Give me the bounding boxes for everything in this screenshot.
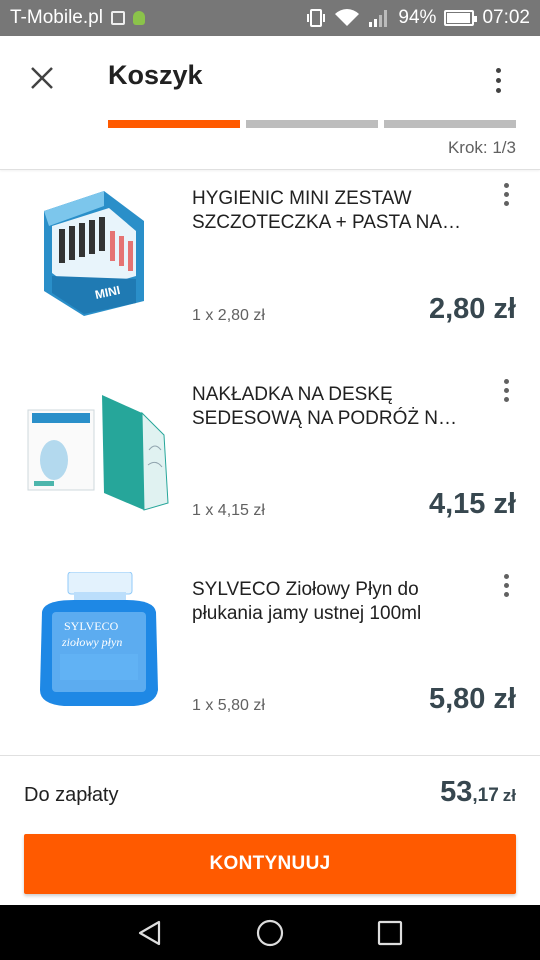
step-indicator: Krok: 1/3 <box>447 138 516 157</box>
progress-step <box>108 120 240 128</box>
item-price: 4,15 zł <box>428 488 516 520</box>
signal-icon <box>369 10 388 27</box>
svg-text:SYLVECO: SYLVECO <box>64 619 119 633</box>
battery-icon <box>444 10 478 26</box>
item-price: 2,80 zł <box>428 293 516 325</box>
item-menu-button[interactable] <box>494 568 518 602</box>
item-quantity: 1 x 4,15 zł <box>192 502 265 519</box>
continue-button[interactable]: KONTYNUUJ <box>24 834 516 894</box>
more-vert-icon <box>495 67 501 73</box>
item-quantity: 1 x 2,80 zł <box>192 307 265 324</box>
item-name: NAKŁADKA NA DESKĘ SEDESOWĄ NA PODRÓŻ N… <box>192 384 457 429</box>
cart-list[interactable]: MINI HYGIENIC MINI ZESTAW SZCZOTECZKA + … <box>0 171 540 755</box>
back-button[interactable] <box>126 909 174 957</box>
android-notification-icon <box>132 11 145 25</box>
item-quantity: 1 x 5,80 zł <box>192 697 265 714</box>
image-notification-icon <box>110 11 125 25</box>
product-image <box>27 395 169 511</box>
home-circle-icon <box>256 919 284 946</box>
cart-item[interactable]: NAKŁADKA NA DESKĘ SEDESOWĄ NA PODRÓŻ N… … <box>0 367 540 563</box>
close-button[interactable] <box>22 58 62 98</box>
total-amount: 53,17 zł <box>440 776 516 809</box>
cart-item[interactable]: SYLVECO ziołowy płyn SYLVECO Ziołowy Pły… <box>0 562 540 755</box>
checkout-footer: Do zapłaty 53,17 zł KONTYNUUJ <box>0 755 540 905</box>
product-image: MINI <box>44 191 144 316</box>
app-bar: Koszyk Krok: 1/3 <box>0 36 540 170</box>
svg-text:ziołowy płyn: ziołowy płyn <box>61 635 122 649</box>
total-decimal: ,17 <box>472 785 499 806</box>
recents-square-icon <box>377 920 403 945</box>
home-button[interactable] <box>246 909 294 957</box>
more-vert-icon <box>503 573 509 579</box>
status-bar: T-Mobile.pl 94% 07:02 <box>0 0 540 36</box>
total-currency: zł <box>502 786 516 805</box>
item-name: SYLVECO Ziołowy Płyn do płukania jamy us… <box>192 579 422 624</box>
vibrate-icon <box>307 9 326 27</box>
total-integer: 53 <box>440 776 473 808</box>
wifi-icon <box>335 9 360 26</box>
more-options-button[interactable] <box>480 62 516 98</box>
more-vert-icon <box>503 182 509 188</box>
item-menu-button[interactable] <box>494 373 518 407</box>
checkout-progress <box>108 120 516 128</box>
back-triangle-icon <box>138 920 161 945</box>
more-vert-icon <box>503 378 509 384</box>
item-price: 5,80 zł <box>428 683 516 715</box>
system-nav-bar <box>0 905 540 960</box>
progress-step <box>246 120 378 128</box>
item-name: HYGIENIC MINI ZESTAW SZCZOTECZKA + PASTA… <box>192 188 462 233</box>
carrier-label: T-Mobile.pl <box>10 7 103 28</box>
clock: 07:02 <box>482 7 530 28</box>
page-title: Koszyk <box>108 60 203 90</box>
cart-item[interactable]: MINI HYGIENIC MINI ZESTAW SZCZOTECZKA + … <box>0 171 540 367</box>
recents-button[interactable] <box>366 909 414 957</box>
battery-percent: 94% <box>398 7 437 28</box>
item-menu-button[interactable] <box>494 177 518 211</box>
progress-step <box>384 120 516 128</box>
total-label: Do zapłaty <box>24 784 119 806</box>
product-image: SYLVECO ziołowy płyn <box>40 572 158 706</box>
close-icon <box>31 67 53 89</box>
